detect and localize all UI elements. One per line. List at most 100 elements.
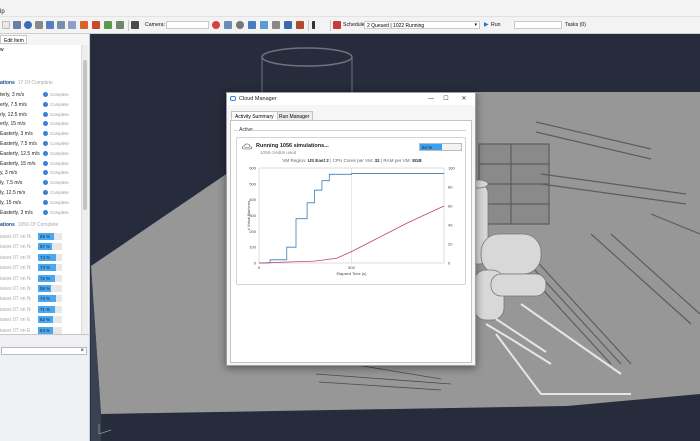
mesh-icon[interactable] (284, 21, 292, 29)
schedule-select[interactable]: 2 Queued | 1022 Running ▾ (364, 21, 480, 29)
vm-usage-chart: 01002003004005006000204060801000 500Elaps… (247, 166, 455, 277)
status-icon (43, 101, 48, 107)
list-item[interactable]: ly, 15 m/s Complete (0, 198, 80, 208)
properties-panel: × (0, 334, 89, 441)
monitor-icon[interactable] (46, 21, 54, 29)
simulation-list: w ations 17 Of Complete terly, 3 m/s Comp… (0, 45, 82, 363)
item-status: Complete (50, 180, 69, 186)
grid-view-icon[interactable] (272, 21, 280, 29)
node-icon[interactable] (13, 21, 21, 29)
list-item[interactable]: erly, 7.5 m/s Complete (0, 100, 80, 110)
item-label: iases 07 on N (0, 254, 31, 261)
list-item[interactable]: Easterly, 3 m/s Complete (0, 208, 80, 218)
section-header: ations 1056 Of Complete (0, 222, 59, 228)
dialog-titlebar[interactable]: Cloud Manager — ☐ ✕ (227, 93, 475, 105)
tab-activity-summary[interactable]: Activity Summary (231, 111, 278, 120)
pointer-icon[interactable] (312, 21, 320, 29)
list-item[interactable]: y, 3 m/s Complete (0, 168, 80, 178)
save-icon[interactable] (104, 21, 112, 29)
status-icon (43, 209, 48, 215)
list-item[interactable]: iases 07 on N 74 % (0, 253, 80, 263)
tasks-button[interactable]: Tasks (0) (565, 22, 586, 28)
settings-icon[interactable] (236, 21, 244, 29)
item-label: y, 3 m/s (0, 170, 18, 177)
item-status: Complete (50, 160, 69, 166)
clear-icon[interactable]: × (80, 348, 84, 354)
item-label: iases 07 on N (0, 265, 31, 272)
list-item[interactable]: iases 07 on N 57 % (0, 242, 80, 252)
camera-select[interactable] (166, 21, 209, 29)
chevron-down-icon: ▾ (474, 22, 477, 28)
list-item[interactable]: iases 07 on N 73 % (0, 263, 80, 273)
dialog-title: Cloud Manager (239, 96, 277, 102)
credits-used: 1056 credits used (260, 150, 297, 155)
list-item[interactable]: Easterly, 15 m/s Complete (0, 159, 80, 169)
list-item[interactable]: iases 07 on N 72 % (0, 274, 80, 284)
item-label: Easterly, 15 m/s (0, 160, 36, 167)
maximize-button[interactable]: ☐ (441, 95, 451, 103)
schedule-icon (333, 21, 341, 29)
pipe-icon[interactable] (35, 21, 43, 29)
color-icon[interactable] (296, 21, 304, 29)
item-progress-text: 73 % (40, 265, 51, 271)
grid-icon[interactable] (57, 21, 65, 29)
tab-run-manager[interactable]: Run Manager (275, 111, 314, 120)
item-label: rly, 12.5 m/s (0, 111, 27, 118)
list-item[interactable]: ly, 7.5 m/s Complete (0, 178, 80, 188)
list-item[interactable]: rly, 12.5 m/s Complete (0, 110, 80, 120)
close-button[interactable]: ✕ (459, 95, 469, 103)
item-progress: 55 % (38, 285, 62, 292)
item-progress: 72 % (38, 274, 62, 282)
item-progress-text: 65 % (40, 234, 51, 239)
list-item[interactable]: iases 07 on N 71 % (0, 305, 80, 315)
list-item[interactable]: ly, 12.5 m/s Complete (0, 188, 80, 198)
tasks-search[interactable] (514, 21, 562, 29)
status-icon (43, 121, 48, 127)
item-label: iases 07 on E (0, 317, 31, 324)
record-icon[interactable] (212, 21, 220, 29)
run-button[interactable]: Run (491, 22, 501, 28)
item-status: Complete (50, 190, 69, 195)
item-label: ly, 12.5 m/s (0, 190, 26, 196)
list-item[interactable]: iases 07 on N 65 % (0, 232, 80, 242)
camera-icon[interactable] (248, 21, 256, 29)
x-tick-label: 500 (348, 265, 355, 270)
status-icon (43, 170, 48, 176)
list-item[interactable]: Easterly, 7.5 m/s Complete (0, 139, 80, 149)
item-status: Complete (50, 199, 69, 205)
list-item[interactable]: iases 07 on N 55 % (0, 284, 80, 294)
scrollbar[interactable] (82, 45, 88, 363)
select-icon[interactable] (2, 21, 10, 29)
collapse-icon: — (234, 127, 238, 132)
wireframe-icon[interactable] (260, 21, 268, 29)
play-icon[interactable]: ▶ (484, 21, 489, 28)
status-icon (43, 131, 48, 137)
list-item[interactable]: iases 07 on E 62 % (0, 315, 80, 325)
list-item[interactable]: erly, 15 m/s Complete (0, 119, 80, 129)
y2-tick-label: 20 (448, 242, 453, 247)
item-status: Complete (50, 170, 69, 176)
list-item[interactable]: Easterly, 3 m/s Complete (0, 129, 80, 139)
item-label: iases 07 on N (0, 306, 31, 313)
item-status: Complete (50, 131, 69, 137)
image-icon[interactable] (92, 21, 100, 29)
minimize-button[interactable]: — (426, 95, 436, 103)
menu-help[interactable]: lp (0, 9, 5, 15)
layout-icon[interactable] (116, 21, 124, 29)
item-label: erly, 7.5 m/s (0, 101, 27, 108)
lock-icon[interactable] (80, 21, 88, 29)
view-icon[interactable] (224, 21, 232, 29)
list-item[interactable]: terly, 3 m/s Complete (0, 90, 80, 100)
y2-tick-label: 0 (448, 261, 451, 266)
filter-input[interactable]: × (1, 347, 87, 355)
item-progress-text: 64 % (40, 327, 51, 333)
list-item[interactable]: Easterly, 12.5 m/s Complete (0, 149, 80, 159)
edit-item-tab[interactable]: Edit Item (0, 35, 27, 44)
globe-icon[interactable] (24, 21, 32, 29)
status-icon (43, 190, 48, 195)
item-label: ly, 15 m/s (0, 199, 22, 206)
chart-icon[interactable] (68, 21, 76, 29)
item-progress-text: 71 % (40, 306, 51, 312)
item-progress: 65 % (38, 233, 62, 240)
list-item[interactable]: iases 07 on N 74 % (0, 294, 80, 304)
